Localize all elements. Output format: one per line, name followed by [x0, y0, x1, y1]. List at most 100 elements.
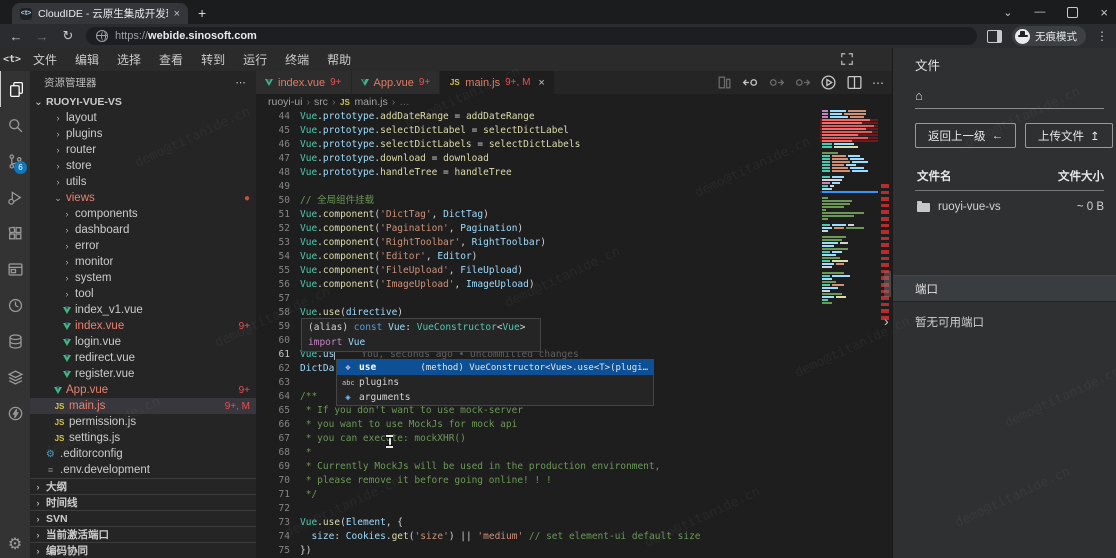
menu-item-终端[interactable]: 终端 — [276, 51, 318, 68]
tree-item-redirect.vue[interactable]: redirect.vue — [30, 350, 256, 366]
search-icon[interactable] — [0, 107, 30, 143]
tree-item-.env.development[interactable]: ≡.env.development — [30, 462, 256, 478]
lightning-icon[interactable] — [0, 395, 30, 431]
code-line-49[interactable]: 49 — [256, 180, 892, 194]
code-line-55[interactable]: 55Vue.component('FileUpload', FileUpload… — [256, 264, 892, 278]
tree-item-index_v1.vue[interactable]: index_v1.vue — [30, 302, 256, 318]
explorer-icon[interactable] — [0, 71, 31, 107]
code-line-75[interactable]: 75}) — [256, 544, 892, 558]
monitor-icon[interactable] — [0, 287, 30, 323]
section-大纲[interactable]: ›大纲 — [30, 478, 256, 494]
code-line-72[interactable]: 72 — [256, 502, 892, 516]
code-line-51[interactable]: 51Vue.component('DictTag', DictTag) — [256, 208, 892, 222]
side-panel-icon[interactable] — [987, 30, 1002, 43]
menu-item-运行[interactable]: 运行 — [234, 51, 276, 68]
fullscreen-icon[interactable] — [840, 52, 854, 66]
minimap[interactable] — [820, 110, 878, 558]
back-icon[interactable]: ← — [8, 29, 24, 44]
file-row[interactable]: ruoyi-vue-vs ~ 0 B — [917, 201, 1104, 213]
section-当前激活端口[interactable]: ›当前激活端口 — [30, 526, 256, 542]
tree-item-monitor[interactable]: ›monitor — [30, 254, 256, 270]
code-line-53[interactable]: 53Vue.component('RightToolbar', RightToo… — [256, 236, 892, 250]
code-line-66[interactable]: 66 * you want to use MockJs for mock api — [256, 418, 892, 432]
tree-item-.editorconfig[interactable]: ⚙.editorconfig — [30, 446, 256, 462]
open-changes-icon[interactable] — [716, 74, 733, 91]
ports-header[interactable]: 端口 — [893, 275, 1116, 302]
site-info-icon[interactable] — [96, 30, 108, 42]
tree-item-components[interactable]: ›components — [30, 206, 256, 222]
split-editor-icon[interactable] — [846, 74, 863, 91]
code-line-48[interactable]: 48Vue.prototype.handleTree = handleTree — [256, 166, 892, 180]
tree-item-register.vue[interactable]: register.vue — [30, 366, 256, 382]
nav-back-icon[interactable] — [742, 74, 759, 91]
menu-item-查看[interactable]: 查看 — [150, 51, 192, 68]
menu-item-帮助[interactable]: 帮助 — [318, 51, 360, 68]
run-icon[interactable] — [820, 74, 837, 91]
browser-tab[interactable]: <t> CloudIDE - 云原生集成开发环境 × — [12, 3, 188, 24]
menu-item-选择[interactable]: 选择 — [108, 51, 150, 68]
code-line-45[interactable]: 45Vue.prototype.selectDictLabel = select… — [256, 124, 892, 138]
code-line-46[interactable]: 46Vue.prototype.selectDictLabels = selec… — [256, 138, 892, 152]
section-时间线[interactable]: ›时间线 — [30, 494, 256, 510]
tab-search-icon[interactable]: ⌄ — [1003, 6, 1012, 19]
nav-forward2-icon[interactable] — [794, 74, 811, 91]
code-line-54[interactable]: 54Vue.component('Editor', Editor) — [256, 250, 892, 264]
tab-close-icon[interactable]: × — [538, 77, 544, 89]
tree-item-permission.js[interactable]: JSpermission.js — [30, 414, 256, 430]
layers-icon[interactable] — [0, 359, 30, 395]
browser-menu-icon[interactable]: ⋮ — [1096, 29, 1108, 43]
source-control-icon[interactable]: 6 — [0, 143, 30, 179]
code-line-57[interactable]: 57 — [256, 292, 892, 306]
window-minimize-button[interactable]: — — [1034, 6, 1045, 18]
breadcrumb-item-src[interactable]: src — [314, 96, 328, 108]
code-line-71[interactable]: 71 */ — [256, 488, 892, 502]
preview-icon[interactable] — [0, 251, 30, 287]
panel-collapse-icon[interactable]: › — [884, 313, 889, 329]
tree-item-index.vue[interactable]: index.vue9+ — [30, 318, 256, 334]
tree-item-error[interactable]: ›error — [30, 238, 256, 254]
extensions-icon[interactable] — [0, 215, 30, 251]
window-maximize-button[interactable] — [1067, 7, 1078, 18]
tree-item-views[interactable]: ⌄views● — [30, 190, 256, 206]
reload-icon[interactable]: ↻ — [60, 28, 76, 44]
window-close-button[interactable]: × — [1100, 5, 1108, 20]
menu-item-文件[interactable]: 文件 — [24, 51, 66, 68]
new-tab-button[interactable]: + — [198, 5, 206, 21]
back-to-parent-button[interactable]: 返回上一级← — [915, 123, 1016, 148]
editor-tab-App.vue[interactable]: App.vue9+ — [352, 71, 441, 94]
code-line-70[interactable]: 70 * please remove it before going onlin… — [256, 474, 892, 488]
tree-item-layout[interactable]: ›layout — [30, 110, 256, 126]
code-line-52[interactable]: 52Vue.component('Pagination', Pagination… — [256, 222, 892, 236]
nav-forward-icon[interactable] — [768, 74, 785, 91]
code-line-74[interactable]: 74 size: Cookies.get('size') || 'medium'… — [256, 530, 892, 544]
tree-item-settings.js[interactable]: JSsettings.js — [30, 430, 256, 446]
editor-tab-index.vue[interactable]: index.vue9+ — [256, 71, 352, 94]
address-bar[interactable]: https://webide.sinosoft.com — [86, 27, 977, 45]
breadcrumb[interactable]: ruoyi-ui›src›JSmain.js›… — [256, 94, 892, 110]
explorer-more-icon[interactable]: ⋯ — [236, 77, 247, 89]
breadcrumb-item-ruoyi-ui[interactable]: ruoyi-ui — [268, 96, 302, 108]
suggest-item-arguments[interactable]: ◈arguments — [337, 390, 653, 405]
editor-scrollbar[interactable] — [884, 271, 891, 297]
code-line-73[interactable]: 73Vue.use(Element, { — [256, 516, 892, 530]
tree-item-main.js[interactable]: JSmain.js9+, M — [30, 398, 256, 414]
code-line-69[interactable]: 69 * Currently MockJs will be used in th… — [256, 460, 892, 474]
code-line-47[interactable]: 47Vue.prototype.download = download — [256, 152, 892, 166]
code-line-50[interactable]: 50// 全局组件挂载 — [256, 194, 892, 208]
tree-item-store[interactable]: ›store — [30, 158, 256, 174]
code-area[interactable]: (alias) const Vue: VueConstructor<Vue>im… — [256, 110, 892, 558]
more-actions-icon[interactable]: ⋯ — [872, 76, 884, 90]
tree-item-router[interactable]: ›router — [30, 142, 256, 158]
tree-item-dashboard[interactable]: ›dashboard — [30, 222, 256, 238]
code-line-67[interactable]: 67 * you can execute: mockXHR() — [256, 432, 892, 446]
code-line-68[interactable]: 68 * — [256, 446, 892, 460]
editor-tab-main.js[interactable]: JSmain.js9+, M× — [440, 71, 555, 94]
tree-item-App.vue[interactable]: App.vue9+ — [30, 382, 256, 398]
tab-close-icon[interactable]: × — [174, 8, 180, 20]
settings-gear-icon[interactable]: ⚙ — [8, 534, 22, 554]
tree-item-plugins[interactable]: ›plugins — [30, 126, 256, 142]
home-icon[interactable]: ⌂ — [893, 74, 1116, 103]
breadcrumb-item-main.js[interactable]: main.js — [354, 96, 387, 108]
suggest-item-plugins[interactable]: abcplugins — [337, 375, 653, 390]
database-icon[interactable] — [0, 323, 30, 359]
